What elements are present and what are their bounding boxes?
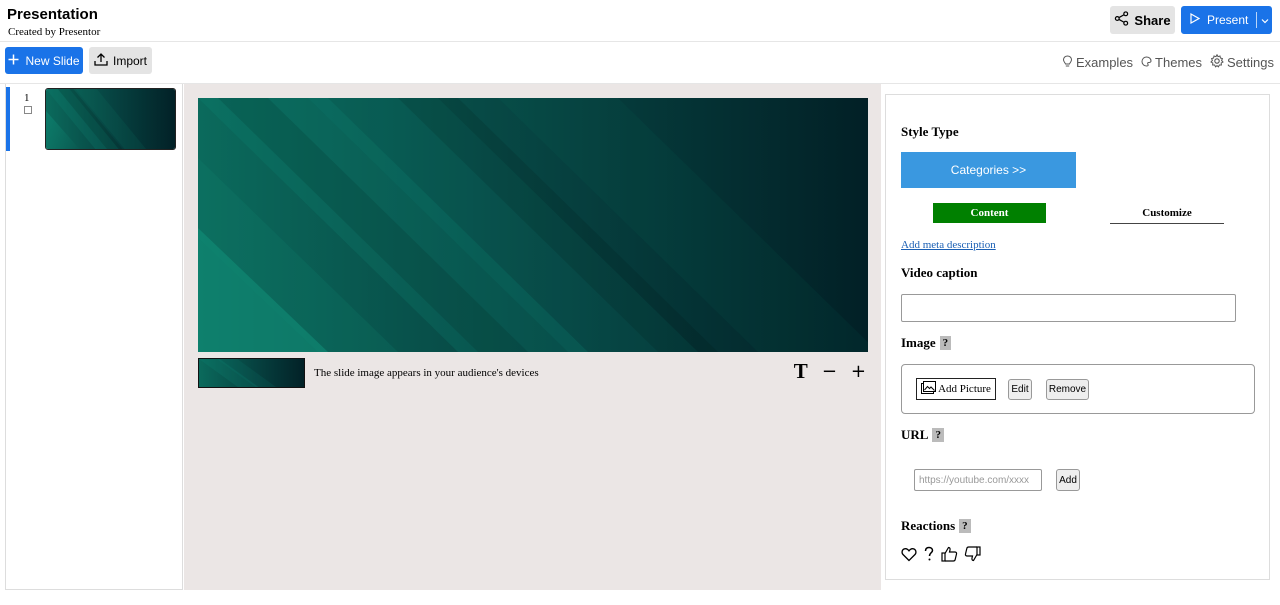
slide-list-item[interactable]: 1 bbox=[6, 87, 183, 151]
tab-customize[interactable]: Customize bbox=[1110, 203, 1224, 224]
video-caption-input[interactable] bbox=[901, 294, 1236, 322]
present-dropdown-toggle[interactable] bbox=[1257, 6, 1272, 34]
slide-canvas[interactable] bbox=[198, 98, 868, 352]
new-slide-button[interactable]: New Slide bbox=[5, 47, 83, 74]
present-label: Present bbox=[1207, 13, 1249, 27]
image-heading-label: Image bbox=[901, 335, 936, 350]
notes-row: The slide image appears in your audience… bbox=[198, 358, 868, 388]
settings-label: Settings bbox=[1227, 55, 1274, 70]
examples-link[interactable]: Examples bbox=[1062, 54, 1133, 71]
add-meta-description-link[interactable]: Add meta description bbox=[901, 239, 996, 251]
top-bar: Presentation Created by Presentor Share … bbox=[0, 0, 1280, 42]
url-help-icon[interactable]: ? bbox=[932, 428, 944, 442]
add-url-button[interactable]: Add bbox=[1056, 469, 1080, 491]
remove-image-button[interactable]: Remove bbox=[1046, 379, 1089, 400]
upload-icon bbox=[94, 52, 108, 69]
url-heading: URL? bbox=[901, 427, 944, 443]
add-picture-label: Add Picture bbox=[938, 383, 991, 395]
chevron-down-icon bbox=[1261, 13, 1269, 27]
image-controls: Add Picture Edit Remove bbox=[901, 364, 1255, 414]
heart-icon[interactable] bbox=[901, 547, 917, 562]
import-button[interactable]: Import bbox=[89, 47, 152, 74]
themes-link[interactable]: Themes bbox=[1141, 54, 1202, 71]
palette-icon bbox=[1141, 55, 1152, 70]
reactions-heading-label: Reactions bbox=[901, 518, 956, 533]
new-slide-label: New Slide bbox=[25, 53, 80, 68]
url-heading-label: URL bbox=[901, 427, 929, 442]
share-label: Share bbox=[1134, 12, 1171, 28]
slide-thumbnail[interactable] bbox=[45, 88, 176, 150]
thumbs-down-icon[interactable] bbox=[964, 546, 981, 562]
edit-image-button[interactable]: Edit bbox=[1008, 379, 1032, 400]
image-heading: Image? bbox=[901, 335, 952, 351]
play-icon bbox=[1190, 12, 1201, 27]
notes-caption: The slide image appears in your audience… bbox=[314, 367, 539, 379]
notes-slide-thumbnail bbox=[198, 358, 305, 388]
examples-label: Examples bbox=[1075, 55, 1134, 70]
slide-select-checkbox[interactable] bbox=[24, 106, 32, 114]
import-label: Import bbox=[112, 53, 147, 68]
lightbulb-icon bbox=[1062, 54, 1073, 71]
categories-button[interactable]: Categories >> bbox=[901, 152, 1076, 188]
video-caption-heading: Video caption bbox=[901, 265, 978, 280]
properties-panel: Style Type Categories >> Content Customi… bbox=[885, 94, 1270, 580]
image-icon bbox=[921, 381, 937, 397]
add-picture-button[interactable]: Add Picture bbox=[916, 378, 996, 400]
reactions-heading: Reactions? bbox=[901, 518, 971, 534]
increase-size-button[interactable]: + bbox=[851, 361, 866, 382]
present-main[interactable]: Present bbox=[1181, 6, 1256, 34]
slide-canvas-area: The slide image appears in your audience… bbox=[184, 84, 881, 590]
active-slide-indicator bbox=[6, 87, 10, 151]
tab-content[interactable]: Content bbox=[933, 203, 1046, 223]
thumbs-up-icon[interactable] bbox=[941, 546, 958, 562]
settings-link[interactable]: Settings bbox=[1210, 53, 1274, 71]
question-icon[interactable] bbox=[923, 546, 935, 562]
reaction-options bbox=[901, 546, 981, 562]
slide-list: 1 bbox=[5, 84, 183, 590]
style-type-heading: Style Type bbox=[901, 124, 959, 139]
themes-label: Themes bbox=[1155, 55, 1203, 70]
present-button[interactable]: Present bbox=[1181, 6, 1272, 34]
presentation-author: Created by Presentor bbox=[8, 26, 101, 38]
top-links: Examples Themes Settings bbox=[1062, 53, 1274, 71]
presentation-title[interactable]: Presentation bbox=[7, 6, 98, 23]
decrease-size-button[interactable]: − bbox=[822, 361, 837, 382]
text-size-tools: T − + bbox=[794, 359, 866, 384]
plus-icon bbox=[8, 54, 19, 68]
url-input[interactable]: https://youtube.com/xxxx bbox=[914, 469, 1042, 491]
gear-icon bbox=[1210, 53, 1224, 71]
image-help-icon[interactable]: ? bbox=[939, 336, 952, 350]
slide-number: 1 bbox=[24, 92, 30, 104]
share-icon bbox=[1114, 11, 1129, 29]
text-style-button[interactable]: T bbox=[794, 359, 808, 384]
share-button[interactable]: Share bbox=[1110, 6, 1175, 34]
reactions-help-icon[interactable]: ? bbox=[959, 519, 971, 533]
